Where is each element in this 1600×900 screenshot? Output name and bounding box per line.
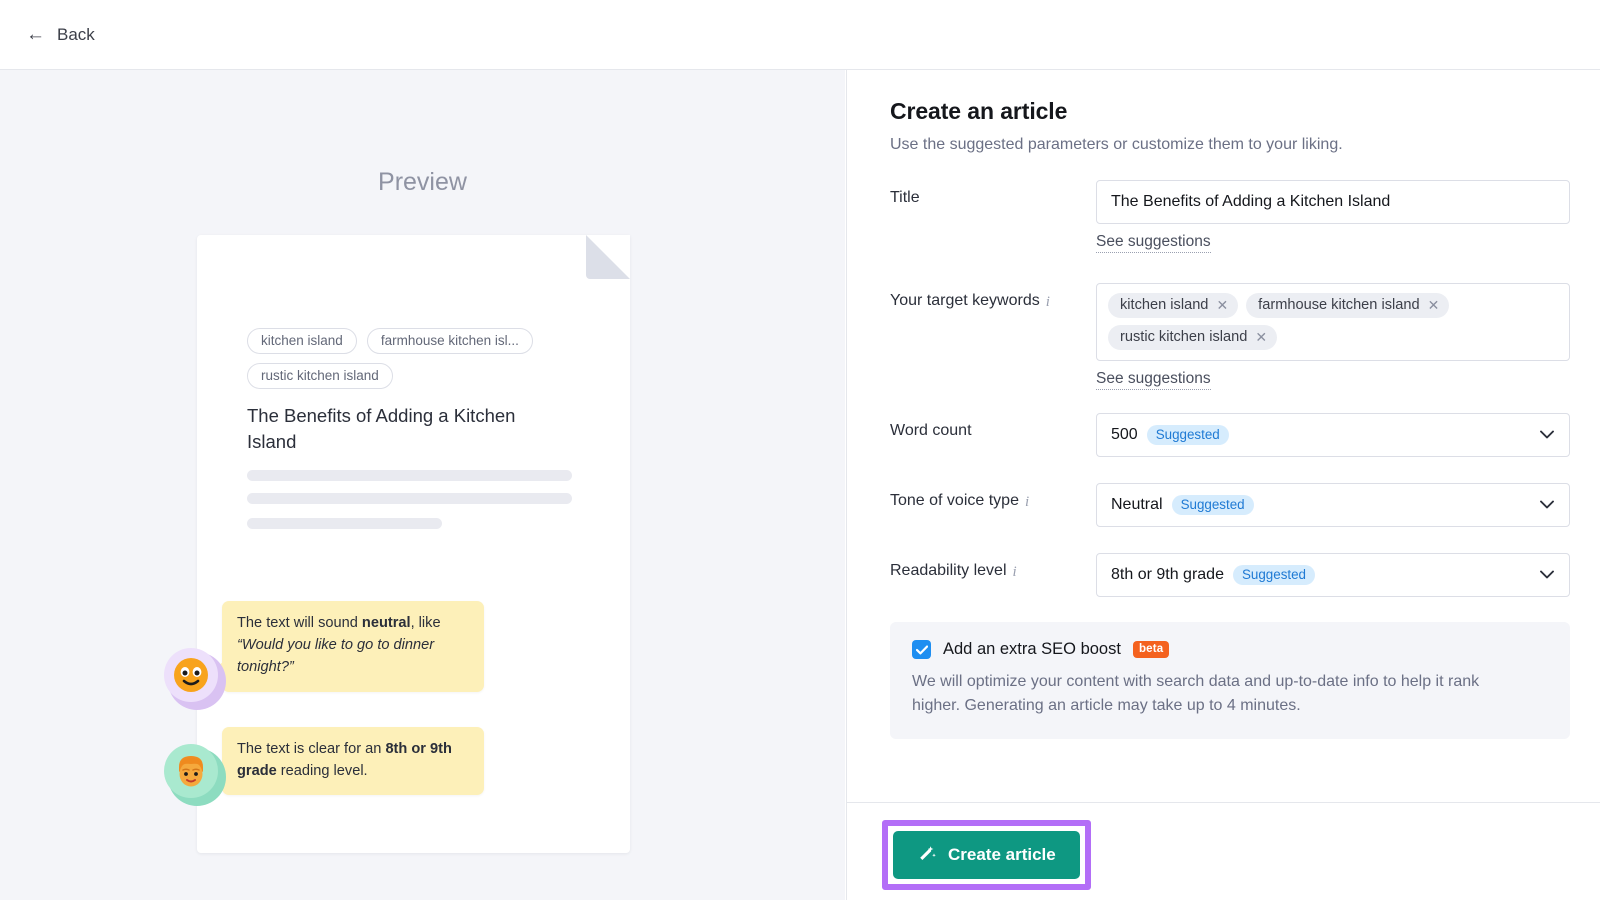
article-settings-pane: Create an article Use the suggested para… bbox=[846, 70, 1600, 900]
suggested-badge: Suggested bbox=[1172, 495, 1254, 515]
back-button[interactable]: ← Back bbox=[26, 25, 95, 45]
suggested-badge: Suggested bbox=[1147, 425, 1229, 445]
skeleton-line bbox=[247, 518, 442, 529]
form-header: Create an article Use the suggested para… bbox=[890, 98, 1343, 154]
word-count-value: 500 bbox=[1111, 426, 1138, 444]
seo-boost-description: We will optimize your content with searc… bbox=[912, 670, 1512, 719]
field-tone-label-text: Tone of voice type bbox=[890, 492, 1019, 510]
seo-boost-row: Add an extra SEO boost beta bbox=[912, 640, 1548, 659]
keyword-tag[interactable]: rustic kitchen island ✕ bbox=[1108, 325, 1277, 350]
field-tone-label: Tone of voice type i bbox=[890, 483, 1096, 527]
person-face-icon bbox=[171, 751, 211, 791]
keyword-tag[interactable]: kitchen island ✕ bbox=[1108, 293, 1238, 318]
tooltip-text-part: “Would you like to go to dinner tonight?… bbox=[237, 637, 434, 675]
tone-tooltip-bubble: The text will sound neutral, like “Would… bbox=[222, 601, 484, 692]
chevron-down-icon bbox=[1540, 496, 1554, 514]
top-bar: ← Back bbox=[0, 0, 1600, 70]
readability-tooltip-bubble: The text is clear for an 8th or 9th grad… bbox=[222, 727, 484, 795]
field-title: Title The Benefits of Adding a Kitchen I… bbox=[890, 180, 1570, 253]
field-tone-of-voice: Tone of voice type i Neutral Suggested bbox=[890, 483, 1570, 527]
field-keywords-label-text: Your target keywords bbox=[890, 292, 1040, 310]
smiley-face-avatar bbox=[164, 648, 226, 710]
tone-select[interactable]: Neutral Suggested bbox=[1096, 483, 1570, 527]
preview-keyword-chip: kitchen island bbox=[247, 328, 357, 354]
readability-value: 8th or 9th grade bbox=[1111, 566, 1224, 584]
cta-highlight-ring: Create article bbox=[882, 820, 1091, 890]
chevron-down-icon bbox=[1540, 566, 1554, 584]
title-input-value: The Benefits of Adding a Kitchen Island bbox=[1111, 193, 1390, 211]
close-icon[interactable]: ✕ bbox=[1255, 330, 1267, 344]
chevron-down-icon bbox=[1540, 426, 1554, 444]
skeleton-line bbox=[247, 493, 572, 504]
field-readability: Readability level i 8th or 9th grade Sug… bbox=[890, 553, 1570, 597]
field-keywords: Your target keywords i kitchen island ✕ … bbox=[890, 283, 1570, 390]
preview-keyword-chips: kitchen island farmhouse kitchen isl... … bbox=[247, 328, 607, 389]
tooltip-text-part: The text will sound bbox=[237, 615, 362, 631]
word-count-select[interactable]: 500 Suggested bbox=[1096, 413, 1570, 457]
info-icon[interactable]: i bbox=[1013, 562, 1017, 582]
keywords-input[interactable]: kitchen island ✕ farmhouse kitchen islan… bbox=[1096, 283, 1570, 361]
create-article-button-label: Create article bbox=[948, 845, 1056, 865]
field-word-count-label: Word count bbox=[890, 413, 1096, 457]
preview-keyword-chip: rustic kitchen island bbox=[247, 363, 393, 389]
skeleton-line bbox=[247, 470, 572, 481]
tooltip-text-part: , like bbox=[411, 615, 441, 631]
field-keywords-label: Your target keywords i bbox=[890, 283, 1096, 390]
keyword-tag[interactable]: farmhouse kitchen island ✕ bbox=[1246, 293, 1449, 318]
keywords-see-suggestions-link[interactable]: See suggestions bbox=[1096, 370, 1211, 390]
back-button-label: Back bbox=[57, 25, 95, 45]
keyword-tag-label: farmhouse kitchen island bbox=[1258, 297, 1419, 313]
preview-keyword-chip: farmhouse kitchen isl... bbox=[367, 328, 533, 354]
title-see-suggestions-link[interactable]: See suggestions bbox=[1096, 233, 1211, 253]
close-icon[interactable]: ✕ bbox=[1428, 298, 1440, 312]
title-input[interactable]: The Benefits of Adding a Kitchen Island bbox=[1096, 180, 1570, 224]
preview-document-title: The Benefits of Adding a Kitchen Island bbox=[247, 403, 557, 456]
readability-select[interactable]: 8th or 9th grade Suggested bbox=[1096, 553, 1570, 597]
beta-badge: beta bbox=[1133, 641, 1169, 658]
tooltip-text-part: The text is clear for an bbox=[237, 741, 385, 757]
suggested-badge: Suggested bbox=[1233, 565, 1315, 585]
keyword-tag-label: rustic kitchen island bbox=[1120, 329, 1247, 345]
info-icon[interactable]: i bbox=[1046, 292, 1050, 312]
arrow-left-icon: ← bbox=[26, 25, 45, 44]
footer-divider bbox=[847, 802, 1600, 803]
field-readability-label-text: Readability level bbox=[890, 562, 1007, 580]
magic-wand-icon bbox=[917, 843, 937, 868]
seo-boost-checkbox[interactable] bbox=[912, 640, 931, 659]
page-title: Create an article bbox=[890, 98, 1343, 125]
avatar-face bbox=[164, 648, 218, 702]
close-icon[interactable]: ✕ bbox=[1216, 298, 1228, 312]
avatar-face bbox=[164, 744, 218, 798]
smiley-face-icon bbox=[171, 655, 211, 695]
tone-value: Neutral bbox=[1111, 496, 1163, 514]
preview-heading: Preview bbox=[0, 168, 845, 197]
field-readability-label: Readability level i bbox=[890, 553, 1096, 597]
keyword-tag-label: kitchen island bbox=[1120, 297, 1208, 313]
seo-boost-panel: Add an extra SEO boost beta We will opti… bbox=[890, 622, 1570, 739]
field-word-count: Word count 500 Suggested bbox=[890, 413, 1570, 457]
checkmark-icon bbox=[916, 645, 928, 655]
info-icon[interactable]: i bbox=[1025, 492, 1029, 512]
field-title-label: Title bbox=[890, 180, 1096, 253]
tooltip-text-part: neutral bbox=[362, 615, 411, 631]
create-article-button[interactable]: Create article bbox=[893, 831, 1080, 879]
person-face-avatar bbox=[164, 744, 226, 806]
page-subtitle: Use the suggested parameters or customiz… bbox=[890, 136, 1343, 154]
tooltip-text-part: reading level. bbox=[277, 763, 368, 779]
seo-boost-label: Add an extra SEO boost bbox=[943, 640, 1121, 659]
preview-pane: Preview kitchen island farmhouse kitchen… bbox=[0, 70, 845, 900]
